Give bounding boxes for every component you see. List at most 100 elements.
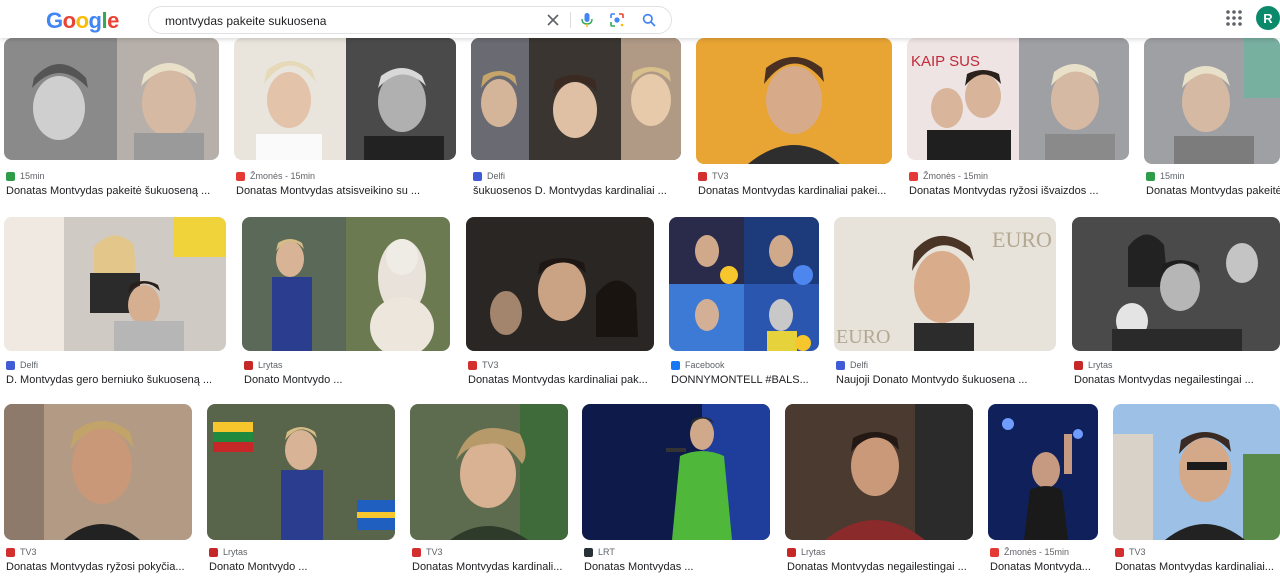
result-source: Lrytas [787,547,826,557]
microphone-icon[interactable] [577,10,597,30]
source-favicon-icon [236,171,245,181]
result-title[interactable]: Donatas Montvydas negailestingai ... [1074,374,1280,386]
result-thumbnail[interactable] [696,38,892,164]
result-thumbnail[interactable] [1072,217,1280,351]
source-label: Žmonės - 15min [923,171,989,181]
source-favicon-icon [584,547,593,557]
result-thumbnail[interactable] [4,404,192,540]
source-label: Žmonės - 15min [1004,547,1070,557]
google-logo[interactable]: Google [46,8,119,34]
image-result[interactable]: TV3 Donatas Montvydas kardinaliai... [1113,404,1280,587]
source-label: 15min [1160,171,1185,181]
result-source: TV3 [468,360,499,370]
result-thumbnail[interactable] [242,217,450,351]
source-favicon-icon [836,360,845,370]
image-result[interactable]: LRT Donatas Montvydas ... [582,404,770,587]
result-title[interactable]: Donatas Montvydas kardinali... [412,561,568,573]
image-result[interactable]: Lrytas Donatas Montvydas negailestingai … [1072,217,1280,387]
result-thumbnail[interactable] [785,404,973,540]
result-source: TV3 [412,547,443,557]
result-title[interactable]: Donatas Montvydas pakeitė ... [1146,185,1280,197]
result-title[interactable]: DONNYMONTELL #BALS... [671,374,819,386]
source-favicon-icon [468,360,477,370]
image-result[interactable]: KAIP SUS Žmonės - 15min Donatas Montvyda… [907,38,1129,203]
source-favicon-icon [473,171,482,181]
result-title[interactable]: Donatas Montvydas ryžosi pokyčia... [6,561,192,573]
result-source: Lrytas [244,360,283,370]
source-favicon-icon [909,171,918,181]
source-favicon-icon [1074,360,1083,370]
result-thumbnail[interactable] [410,404,568,540]
image-result[interactable]: 15min Donatas Montvydas pakeitė šukuosen… [4,38,219,203]
result-source: Delfi [6,360,38,370]
result-source: Lrytas [209,547,248,557]
source-favicon-icon [990,547,999,557]
result-title[interactable]: Donato Montvydo ... [209,561,395,573]
apps-grid-icon[interactable] [1225,9,1243,27]
result-source: Žmonės - 15min [990,547,1069,557]
search-icon[interactable] [639,10,659,30]
result-thumbnail[interactable] [988,404,1098,540]
result-source: TV3 [698,171,729,181]
image-result[interactable]: Žmonės - 15min Donatas Montvyda... [988,404,1098,587]
image-result[interactable]: TV3 Donatas Montvydas kardinaliai pakei.… [696,38,892,203]
result-thumbnail[interactable]: EURO EURO [834,217,1056,351]
result-source: Lrytas [1074,360,1113,370]
image-result[interactable]: Facebook DONNYMONTELL #BALS... [669,217,819,387]
result-thumbnail[interactable] [4,217,226,351]
result-thumbnail[interactable] [1144,38,1280,164]
result-title[interactable]: Donatas Montvydas pakeitė šukuoseną ... [6,185,219,197]
image-result[interactable]: TV3 Donatas Montvydas kardinaliai pak... [466,217,654,387]
result-thumbnail[interactable] [1113,404,1280,540]
search-input[interactable] [163,10,547,32]
image-result[interactable]: EURO EURO Delfi Naujoji Donato Montvydo š… [834,217,1056,387]
image-result[interactable]: TV3 Donatas Montvydas kardinali... [410,404,568,587]
image-result[interactable]: Delfi D. Montvydas gero berniuko šukuose… [4,217,226,387]
image-result[interactable]: Žmonės - 15min Donatas Montvydas atsisve… [234,38,456,203]
source-label: Žmonės - 15min [250,171,316,181]
lens-icon[interactable] [607,10,627,30]
source-label: Lrytas [223,547,248,557]
result-title[interactable]: D. Montvydas gero berniuko šukuoseną ... [6,374,226,386]
source-favicon-icon [698,171,707,181]
source-favicon-icon [6,171,15,181]
source-favicon-icon [787,547,796,557]
result-thumbnail[interactable] [466,217,654,351]
result-title[interactable]: Donatas Montvyda... [990,561,1098,573]
result-thumbnail[interactable] [669,217,819,351]
result-title[interactable]: šukuosenos D. Montvydas kardinaliai ... [473,185,681,197]
result-title[interactable]: Donatas Montvydas ... [584,561,770,573]
result-thumbnail[interactable] [582,404,770,540]
source-favicon-icon [209,547,218,557]
source-favicon-icon [6,547,15,557]
divider [570,12,571,28]
clear-icon[interactable] [543,10,563,30]
search-box [148,6,672,34]
image-result[interactable]: Lrytas Donato Montvydo ... [242,217,450,387]
result-thumbnail[interactable]: KAIP SUS [907,38,1129,160]
image-result[interactable]: Lrytas Donatas Montvydas negailestingai … [785,404,973,587]
result-source: 15min [6,171,45,181]
image-result[interactable]: 15min Donatas Montvydas pakeitė ... [1144,38,1280,203]
result-title[interactable]: Donatas Montvydas negailestingai ... [787,561,973,573]
image-result[interactable]: Delfi šukuosenos D. Montvydas kardinalia… [471,38,681,203]
result-thumbnail[interactable] [207,404,395,540]
logo-letter: g [88,8,102,33]
image-result[interactable]: TV3 Donatas Montvydas ryžosi pokyčia... [4,404,192,587]
image-result[interactable]: Lrytas Donato Montvydo ... [207,404,395,587]
result-thumbnail[interactable] [471,38,681,160]
result-thumbnail[interactable] [4,38,219,160]
result-title[interactable]: Donatas Montvydas kardinaliai pakei... [698,185,892,197]
result-thumbnail[interactable] [234,38,456,160]
result-title[interactable]: Donatas Montvydas kardinaliai... [1115,561,1280,573]
result-title[interactable]: Donato Montvydo ... [244,374,450,386]
source-label: Facebook [685,360,725,370]
source-favicon-icon [1115,547,1124,557]
account-avatar[interactable]: R [1256,6,1280,30]
logo-letter: o [75,8,89,33]
result-title[interactable]: Donatas Montvydas kardinaliai pak... [468,374,654,386]
result-title[interactable]: Naujoji Donato Montvydo šukuosena ... [836,374,1056,386]
result-title[interactable]: Donatas Montvydas ryžosi išvaizdos ... [909,185,1129,197]
result-title[interactable]: Donatas Montvydas atsisveikino su ... [236,185,456,197]
source-label: Delfi [487,171,506,181]
